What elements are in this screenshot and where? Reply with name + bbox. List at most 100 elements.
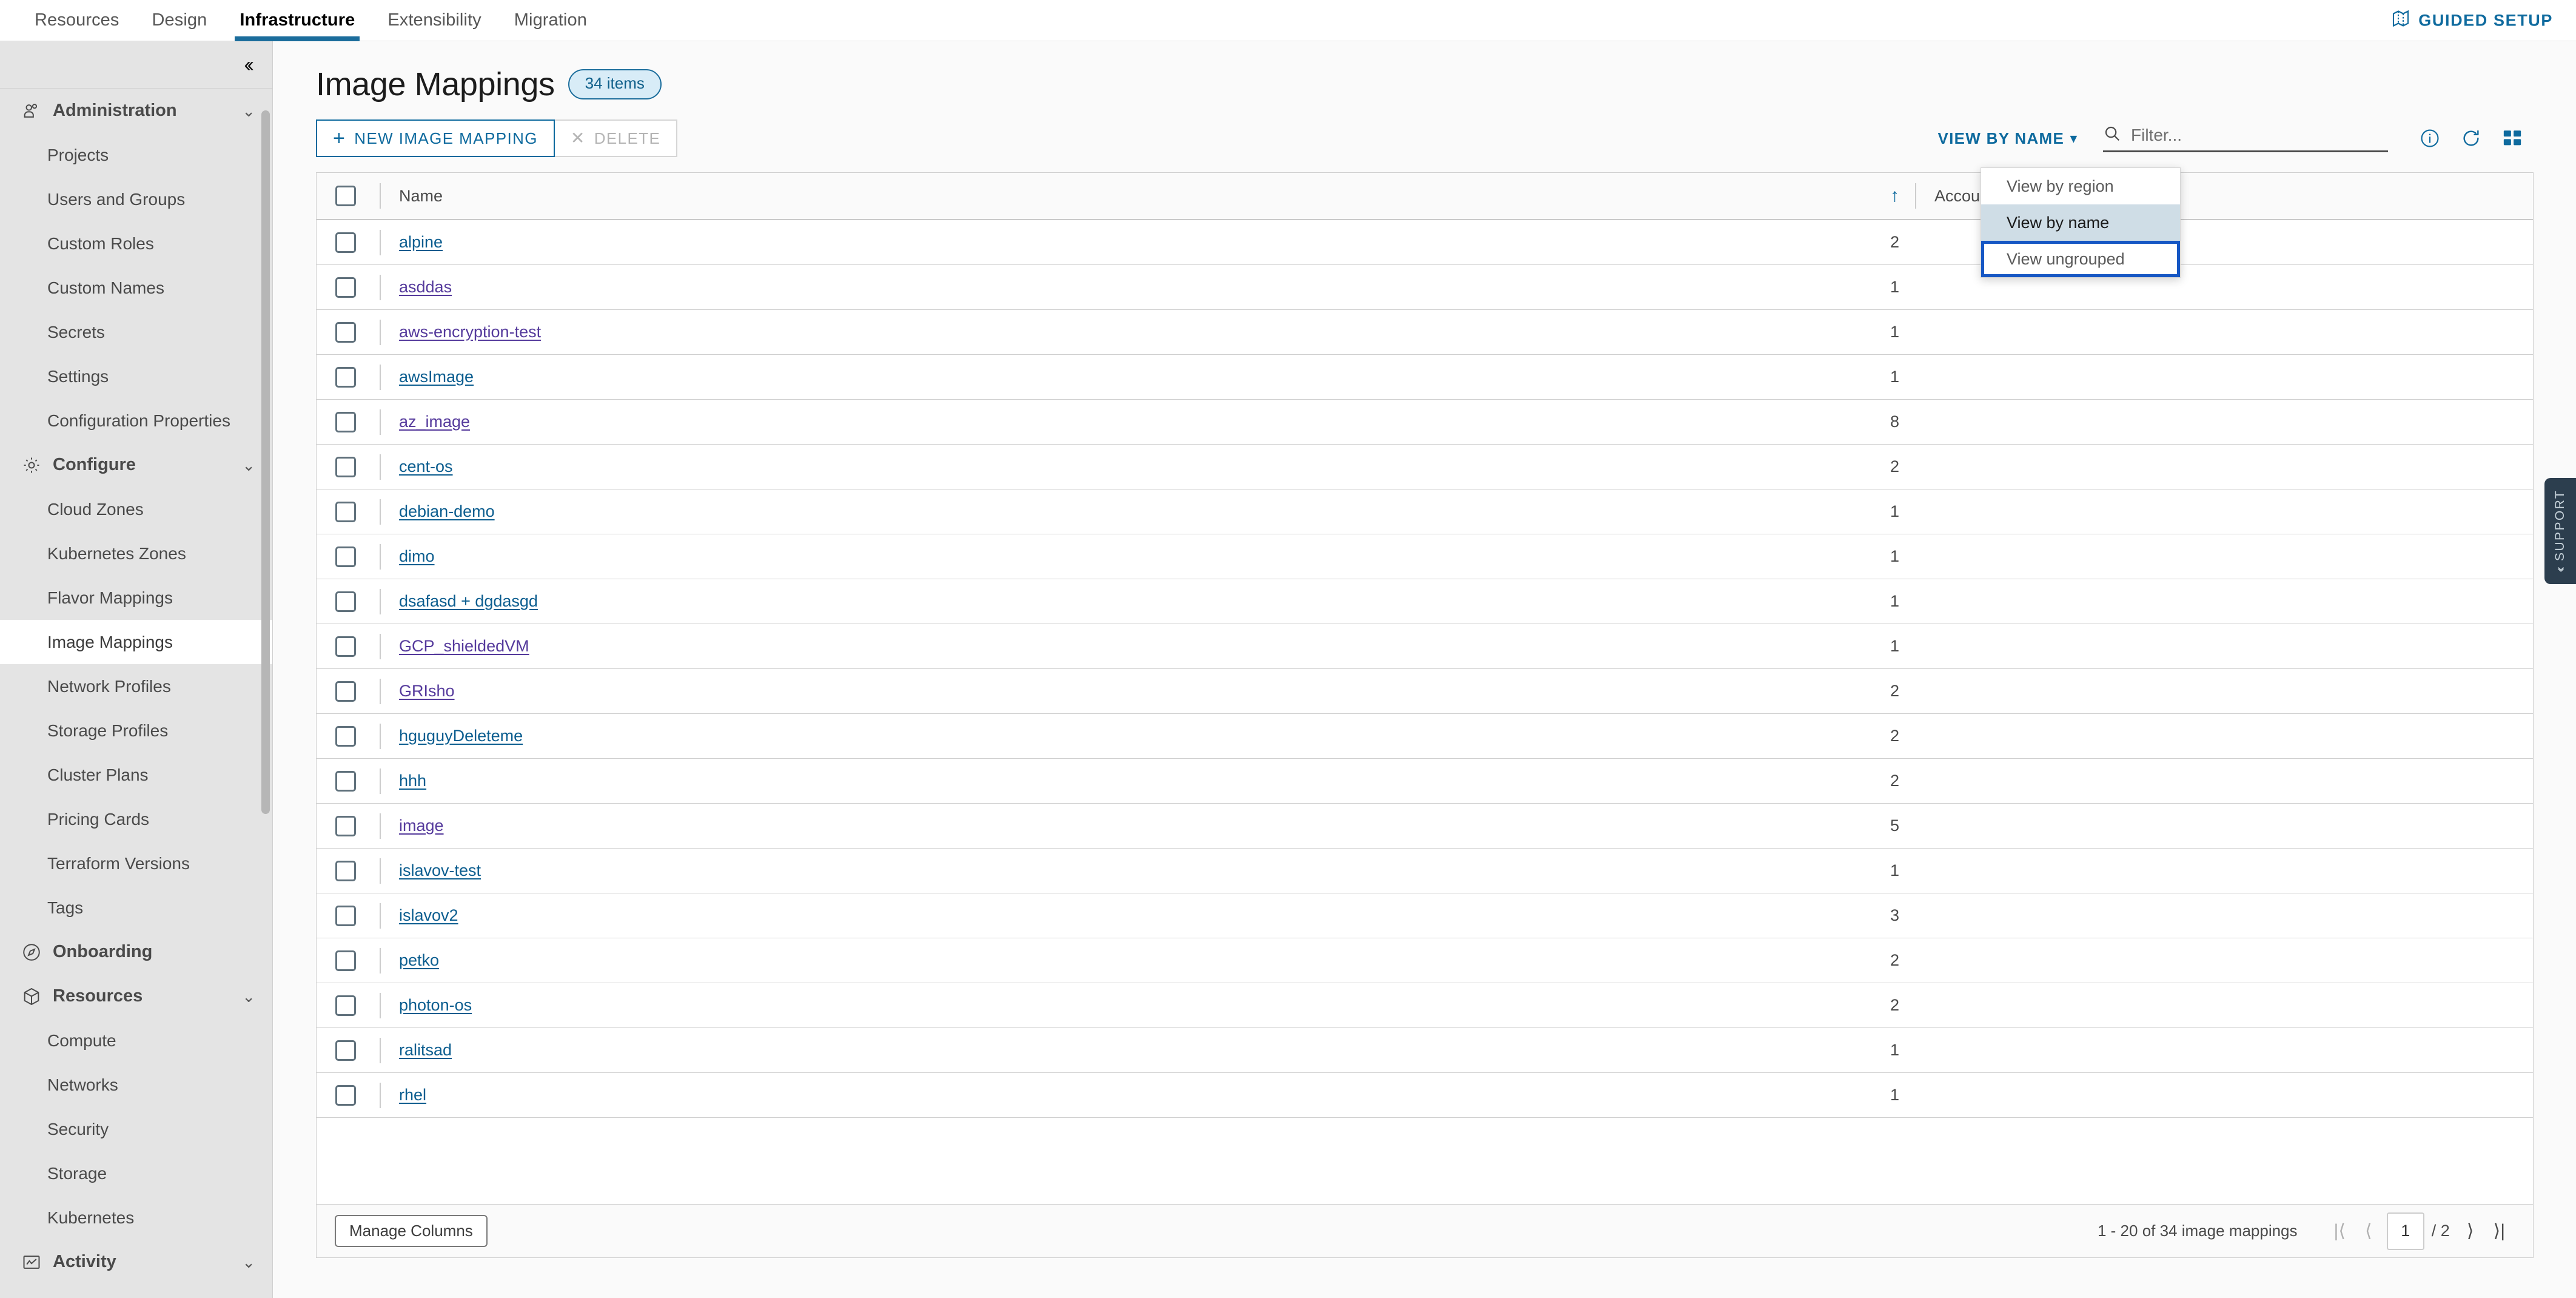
sidebar-item-pricing-cards[interactable]: Pricing Cards: [0, 797, 272, 841]
row-checkbox[interactable]: [335, 546, 356, 567]
table-row[interactable]: aws-encryption-test 1: [317, 310, 2533, 355]
row-checkbox[interactable]: [335, 950, 356, 971]
image-mapping-link[interactable]: alpine: [399, 233, 443, 252]
image-mapping-link[interactable]: rhel: [399, 1086, 426, 1105]
chevron-down-icon[interactable]: ⌄: [242, 1254, 255, 1270]
row-checkbox[interactable]: [335, 995, 356, 1016]
image-mapping-link[interactable]: dsafasd + dgdasgd: [399, 592, 538, 611]
arrow-up-icon[interactable]: ↑: [1890, 187, 1899, 205]
image-mapping-link[interactable]: photon-os: [399, 996, 472, 1015]
manage-columns-button[interactable]: Manage Columns: [335, 1215, 488, 1247]
row-checkbox[interactable]: [335, 770, 356, 792]
table-row[interactable]: az_image 8: [317, 400, 2533, 445]
top-nav-tab-resources[interactable]: Resources: [18, 0, 136, 41]
view-by-dropdown-trigger[interactable]: VIEW BY NAME ▾: [1937, 129, 2078, 148]
row-checkbox[interactable]: [335, 232, 356, 253]
top-nav-tab-design[interactable]: Design: [136, 0, 224, 41]
row-checkbox[interactable]: [335, 591, 356, 612]
chevron-down-icon[interactable]: ⌄: [242, 103, 255, 119]
table-row[interactable]: alpine 2: [317, 220, 2533, 265]
page-number-input[interactable]: [2386, 1212, 2424, 1250]
row-checkbox[interactable]: [335, 277, 356, 298]
row-checkbox[interactable]: [335, 725, 356, 747]
sidebar-item-compute[interactable]: Compute: [0, 1018, 272, 1063]
table-row[interactable]: GRIsho 2: [317, 669, 2533, 714]
image-mapping-link[interactable]: cent-os: [399, 457, 453, 476]
search-input[interactable]: [2131, 125, 2388, 145]
chevron-double-left-icon[interactable]: ‹‹: [244, 55, 254, 75]
page-next-icon[interactable]: ⟩: [2457, 1222, 2484, 1240]
sidebar-item-networks[interactable]: Networks: [0, 1063, 272, 1107]
row-checkbox[interactable]: [335, 456, 356, 477]
image-mapping-link[interactable]: petko: [399, 951, 439, 970]
top-nav-tab-extensibility[interactable]: Extensibility: [371, 0, 497, 41]
dropdown-option-view-ungrouped[interactable]: View ungrouped: [1981, 241, 2180, 277]
row-checkbox[interactable]: [335, 905, 356, 926]
chevron-down-icon[interactable]: ⌄: [242, 457, 255, 473]
image-mapping-link[interactable]: GRIsho: [399, 682, 455, 701]
guided-setup-button[interactable]: GUIDED SETUP: [2391, 8, 2553, 32]
sidebar-item-storage[interactable]: Storage: [0, 1151, 272, 1195]
table-row[interactable]: dsafasd + dgdasgd 1: [317, 579, 2533, 624]
table-row[interactable]: awsImage 1: [317, 355, 2533, 400]
row-checkbox[interactable]: [335, 501, 356, 522]
image-mapping-link[interactable]: debian-demo: [399, 502, 495, 521]
row-checkbox[interactable]: [335, 321, 356, 343]
image-mapping-link[interactable]: islavov2: [399, 906, 458, 925]
table-row[interactable]: rhel 1: [317, 1073, 2533, 1118]
image-mapping-link[interactable]: GCP_shieldedVM: [399, 637, 529, 656]
select-all-checkbox[interactable]: [335, 186, 356, 206]
sidebar-item-kubernetes[interactable]: Kubernetes: [0, 1195, 272, 1240]
sidebar-group-activity[interactable]: Activity ⌄: [0, 1240, 272, 1284]
new-image-mapping-button[interactable]: + NEW IMAGE MAPPING: [316, 119, 555, 157]
table-row[interactable]: image 5: [317, 804, 2533, 849]
top-nav-tab-infrastructure[interactable]: Infrastructure: [223, 0, 371, 41]
page-first-icon[interactable]: |⟨: [2324, 1222, 2356, 1240]
dropdown-option-view-by-name[interactable]: View by name: [1981, 204, 2180, 241]
row-checkbox[interactable]: [335, 1084, 356, 1106]
table-row[interactable]: debian-demo 1: [317, 489, 2533, 534]
image-mapping-link[interactable]: islavov-test: [399, 861, 481, 880]
table-row[interactable]: hhh 2: [317, 759, 2533, 804]
row-checkbox[interactable]: [335, 636, 356, 657]
sidebar-item-storage-profiles[interactable]: Storage Profiles: [0, 708, 272, 753]
sidebar-item-terraform-versions[interactable]: Terraform Versions: [0, 841, 272, 886]
page-prev-icon[interactable]: ⟨: [2355, 1222, 2382, 1240]
refresh-icon[interactable]: [2461, 128, 2481, 149]
table-row[interactable]: dimo 1: [317, 534, 2533, 579]
sidebar-item-users-and-groups[interactable]: Users and Groups: [0, 177, 272, 221]
column-header-name[interactable]: Name: [375, 183, 1890, 209]
dropdown-option-view-by-region[interactable]: View by region: [1981, 168, 2180, 204]
row-checkbox[interactable]: [335, 815, 356, 836]
row-checkbox[interactable]: [335, 860, 356, 881]
sidebar-scrollbar[interactable]: [261, 110, 270, 814]
row-checkbox[interactable]: [335, 366, 356, 388]
table-row[interactable]: hguguyDeleteme 2: [317, 714, 2533, 759]
image-mapping-link[interactable]: aws-encryption-test: [399, 323, 541, 341]
sidebar-item-cluster-plans[interactable]: Cluster Plans: [0, 753, 272, 797]
page-last-icon[interactable]: ⟩|: [2484, 1222, 2515, 1240]
delete-button[interactable]: ✕ DELETE: [554, 119, 678, 157]
image-mapping-link[interactable]: hhh: [399, 772, 426, 790]
sidebar-item-network-profiles[interactable]: Network Profiles: [0, 664, 272, 708]
table-row[interactable]: islavov-test 1: [317, 849, 2533, 893]
sidebar-item-projects[interactable]: Projects: [0, 133, 272, 177]
table-row[interactable]: photon-os 2: [317, 983, 2533, 1028]
image-mapping-link[interactable]: hguguyDeleteme: [399, 727, 523, 745]
image-mapping-link[interactable]: asddas: [399, 278, 452, 297]
sidebar-item-tags[interactable]: Tags: [0, 886, 272, 930]
table-row[interactable]: GCP_shieldedVM 1: [317, 624, 2533, 669]
image-mapping-link[interactable]: ralitsad: [399, 1041, 452, 1060]
table-row[interactable]: asddas 1: [317, 265, 2533, 310]
sidebar-item-cloud-zones[interactable]: Cloud Zones: [0, 487, 272, 531]
sidebar-item-configuration-properties[interactable]: Configuration Properties: [0, 398, 272, 443]
sidebar-item-flavor-mappings[interactable]: Flavor Mappings: [0, 576, 272, 620]
table-row[interactable]: cent-os 2: [317, 445, 2533, 489]
sidebar-item-security[interactable]: Security: [0, 1107, 272, 1151]
sidebar-item-custom-names[interactable]: Custom Names: [0, 266, 272, 310]
sidebar-item-secrets[interactable]: Secrets: [0, 310, 272, 354]
sidebar-group-resources[interactable]: Resources ⌄: [0, 974, 272, 1018]
sidebar-item-settings[interactable]: Settings: [0, 354, 272, 398]
card-view-icon[interactable]: [2502, 128, 2523, 149]
sidebar-item-custom-roles[interactable]: Custom Roles: [0, 221, 272, 266]
